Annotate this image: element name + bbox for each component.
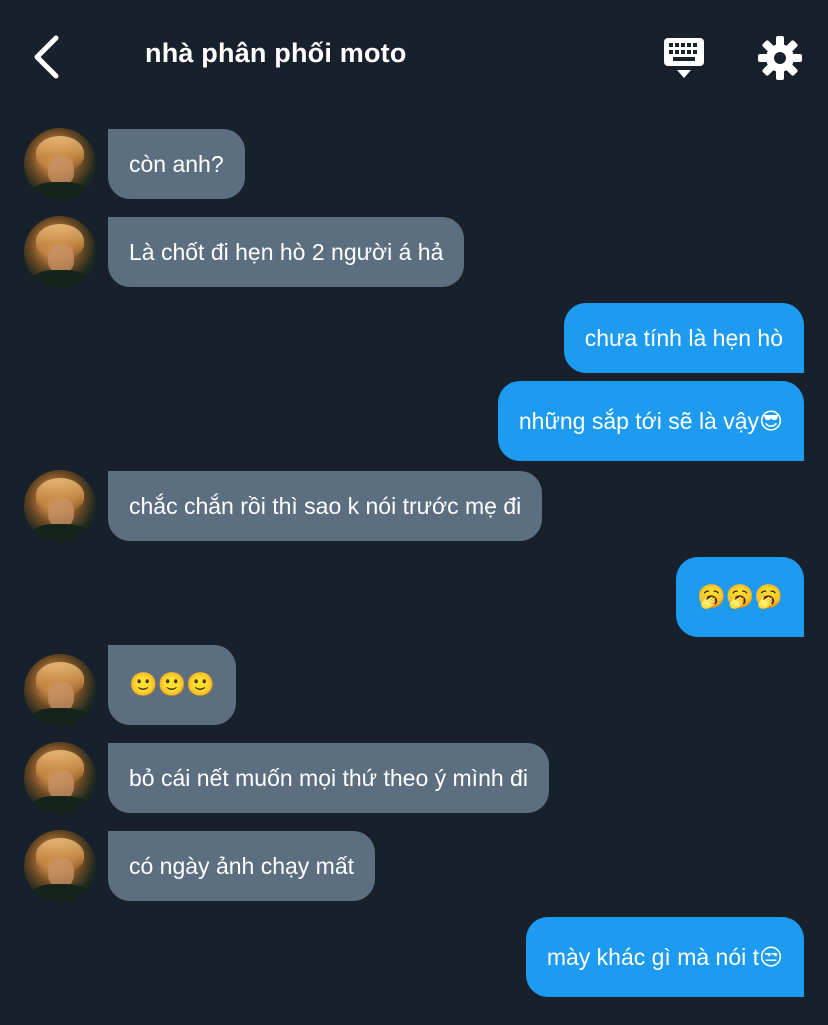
message-row: 🙂🙂🙂: [0, 645, 828, 732]
incoming-message-bubble[interactable]: chắc chắn rồi thì sao k nói trước mẹ đi: [108, 471, 543, 541]
keyboard-icon: [664, 38, 704, 78]
incoming-message-bubble[interactable]: có ngày ảnh chạy mất: [108, 831, 376, 901]
avatar[interactable]: [24, 128, 96, 200]
message-row: 🥱🥱🥱: [0, 557, 828, 637]
avatar[interactable]: [24, 742, 96, 814]
keyboard-button[interactable]: [660, 36, 708, 80]
dm-conversation-screen: nhà phân phối moto còn anh? Là chốt đi h…: [0, 0, 828, 1025]
outgoing-message-bubble[interactable]: mày khác gì mà nói t😒: [525, 917, 804, 997]
back-button[interactable]: [28, 34, 68, 80]
incoming-message-bubble[interactable]: Là chốt đi hẹn hò 2 người á hả: [108, 217, 465, 287]
message-row: còn anh?: [0, 128, 828, 200]
conversation-title: nhà phân phối moto: [145, 38, 407, 68]
avatar[interactable]: [24, 830, 96, 902]
message-row: mày khác gì mà nói t😒: [0, 917, 828, 997]
settings-button[interactable]: [756, 34, 804, 82]
outgoing-message-bubble[interactable]: chưa tính là hẹn hò: [563, 303, 804, 373]
message-row: chắc chắn rồi thì sao k nói trước mẹ đi: [0, 470, 828, 542]
outgoing-message-bubble[interactable]: những sắp tới sẽ là vậy😎: [497, 381, 804, 461]
outgoing-message-bubble[interactable]: 🥱🥱🥱: [676, 557, 804, 637]
conversation-header: nhà phân phối moto: [0, 0, 828, 110]
incoming-message-bubble[interactable]: bỏ cái nết muốn mọi thứ theo ý mình đi: [108, 743, 549, 813]
incoming-message-bubble[interactable]: 🙂🙂🙂: [108, 645, 236, 725]
message-row: những sắp tới sẽ là vậy😎: [0, 381, 828, 461]
message-row: chưa tính là hẹn hò: [0, 303, 828, 373]
message-row: bỏ cái nết muốn mọi thứ theo ý mình đi: [0, 742, 828, 814]
avatar[interactable]: [24, 216, 96, 288]
gear-icon: [758, 36, 802, 80]
chevron-left-icon: [34, 35, 59, 79]
avatar[interactable]: [24, 654, 96, 726]
incoming-message-bubble[interactable]: còn anh?: [108, 129, 245, 199]
message-row: có ngày ảnh chạy mất: [0, 830, 828, 902]
message-row: Là chốt đi hẹn hò 2 người á hả: [0, 216, 828, 288]
avatar[interactable]: [24, 470, 96, 542]
